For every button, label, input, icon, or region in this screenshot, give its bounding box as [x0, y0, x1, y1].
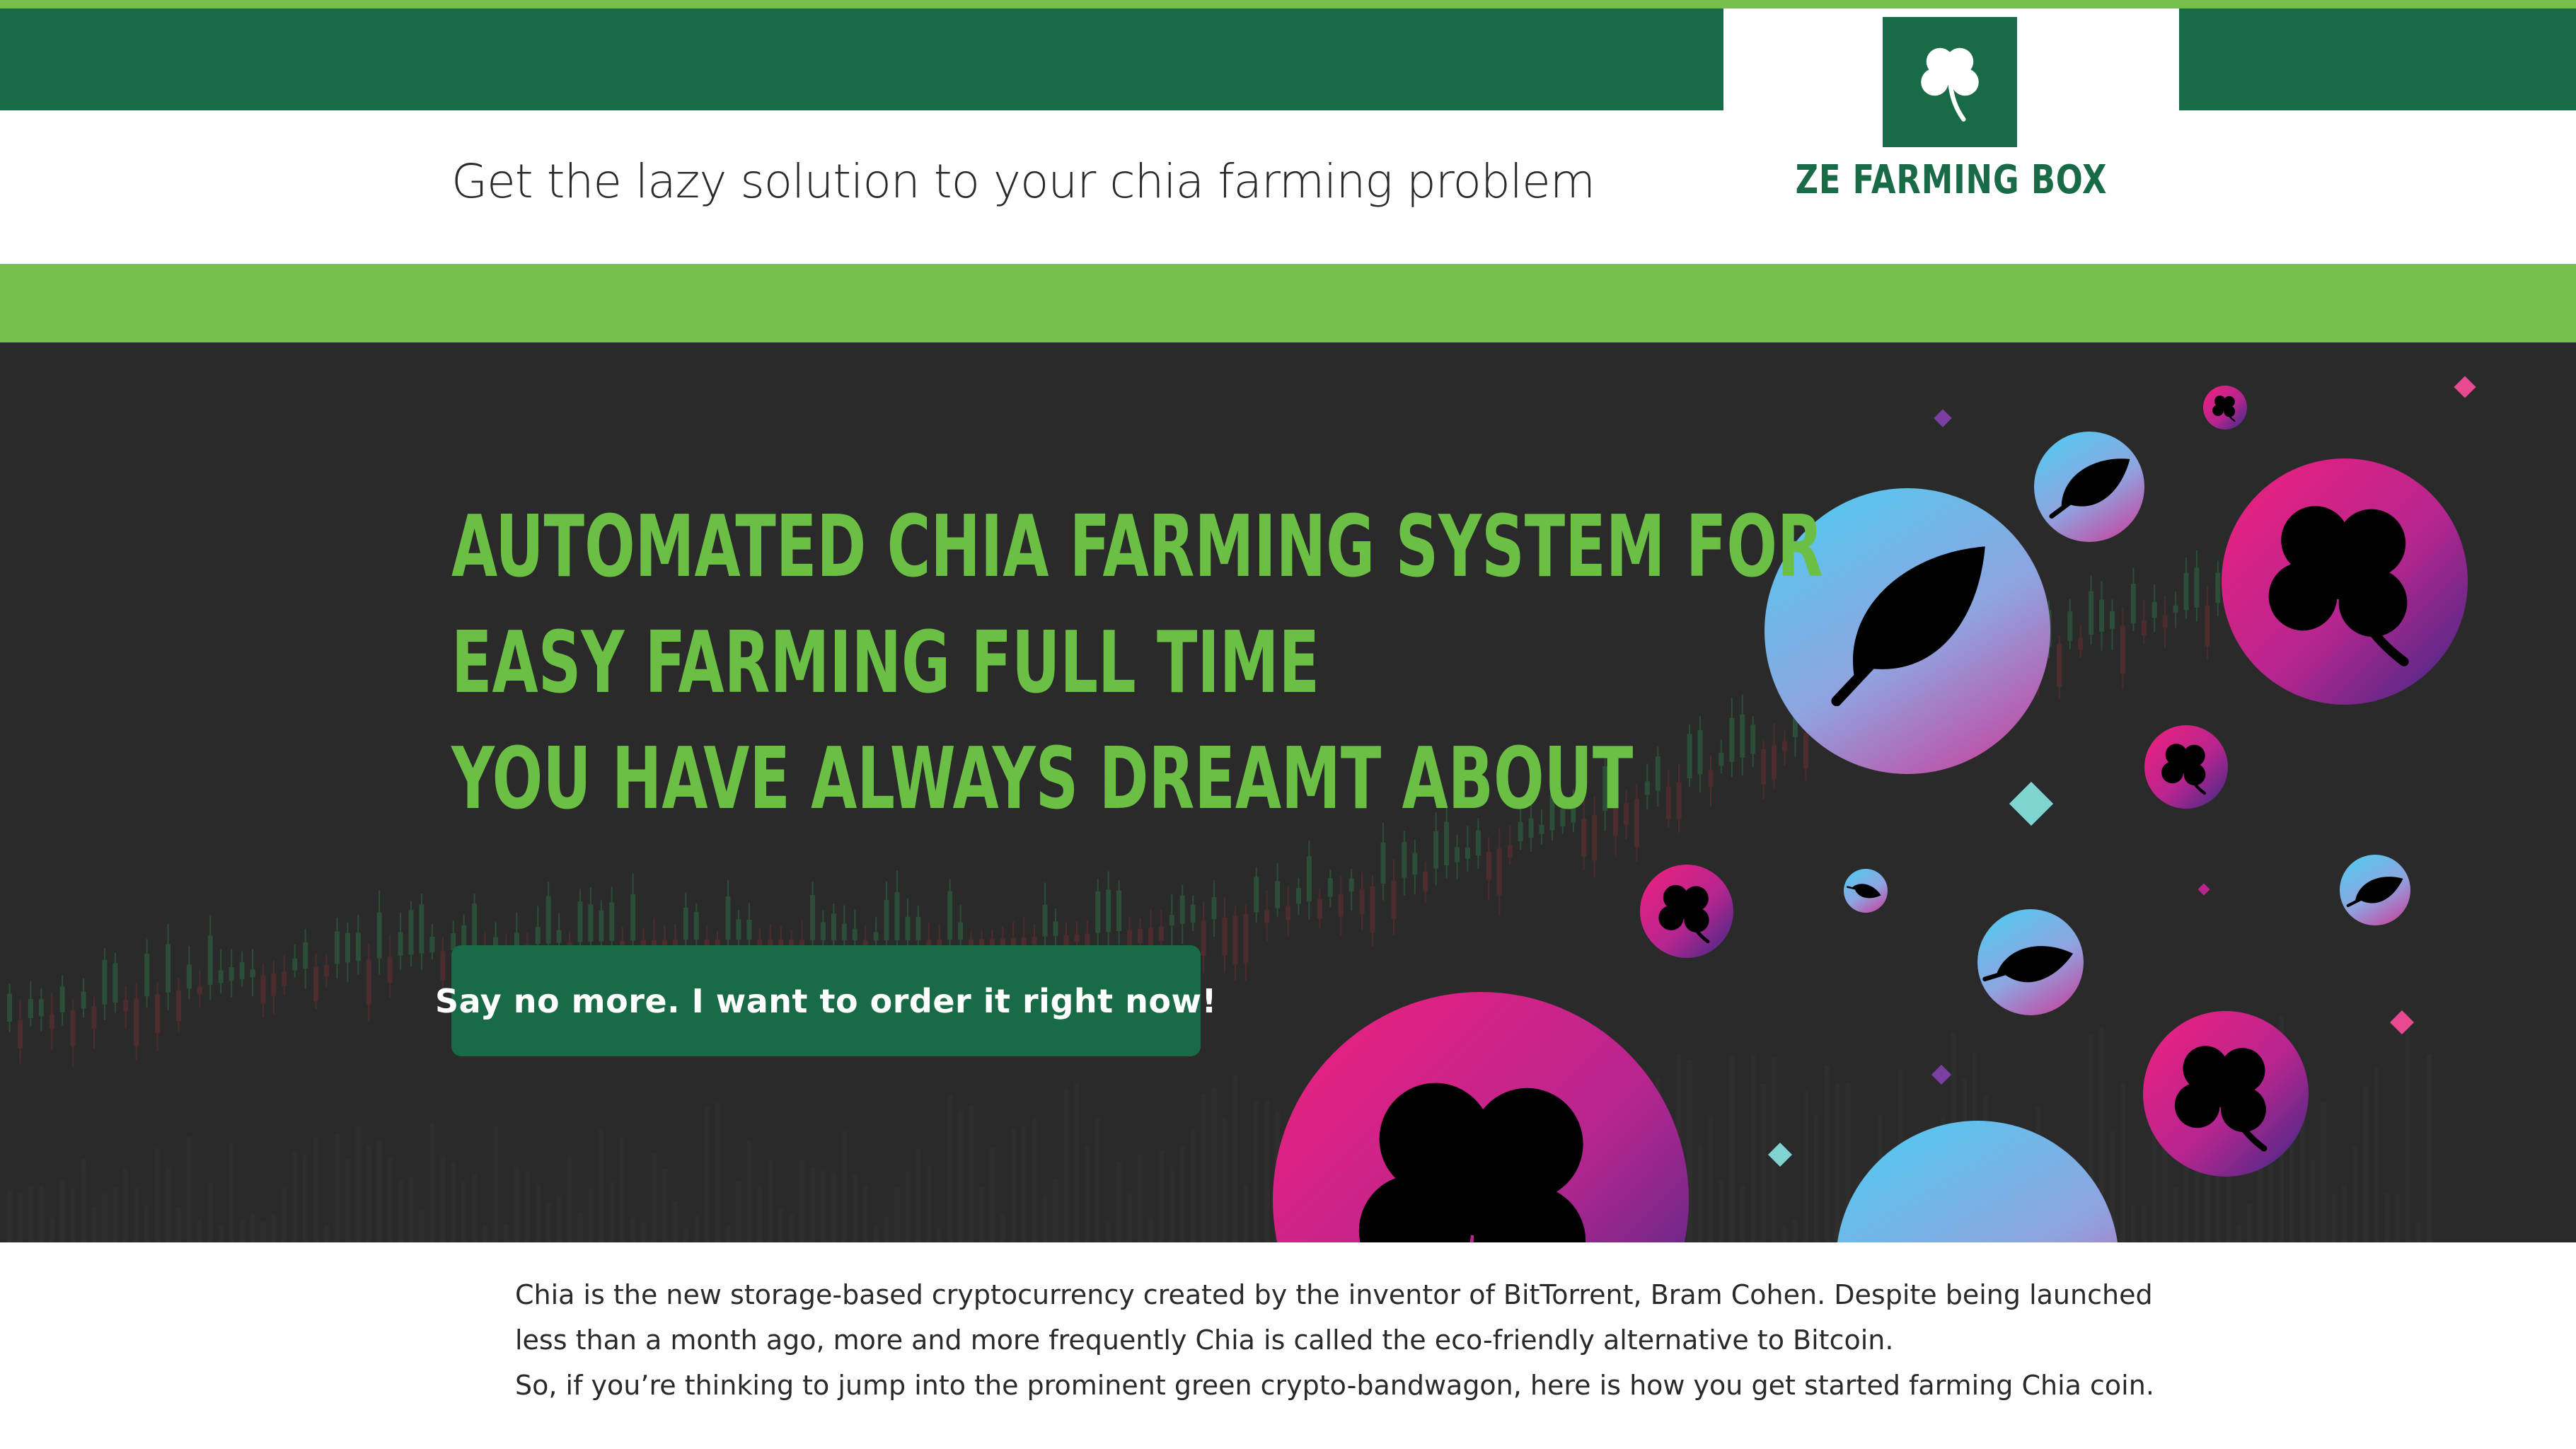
- clover-icon: [1921, 47, 1979, 122]
- intro-paragraph-1: Chia is the new storage-based cryptocurr…: [515, 1279, 2153, 1356]
- hero-headline-line-3: YOU HAVE ALWAYS DREAMT ABOUT: [451, 730, 1634, 829]
- brand-name[interactable]: ZE FARMING BOX: [1769, 157, 2133, 203]
- hero-headline-line-1: AUTOMATED CHIA FARMING SYSTEM FOR: [451, 498, 1823, 596]
- hero-headline-line-2: EASY FARMING FULL TIME: [451, 614, 1320, 712]
- top-accent-line: [0, 0, 2576, 8]
- intro-text: Chia is the new storage-based cryptocurr…: [515, 1272, 2185, 1408]
- green-divider-band: [0, 264, 2576, 342]
- brand-logo[interactable]: [1883, 17, 2017, 147]
- header-band-left: [0, 8, 1723, 110]
- hero-section: AUTOMATED CHIA FARMING SYSTEM FOR EASY F…: [0, 342, 2576, 1242]
- header-tagline: Get the lazy solution to your chia farmi…: [451, 154, 1595, 209]
- order-now-button[interactable]: Say no more. I want to order it right no…: [435, 945, 1216, 1056]
- header-band-right: [2179, 8, 2576, 110]
- intro-paragraph-2: So, if you’re thinking to jump into the …: [515, 1370, 2154, 1401]
